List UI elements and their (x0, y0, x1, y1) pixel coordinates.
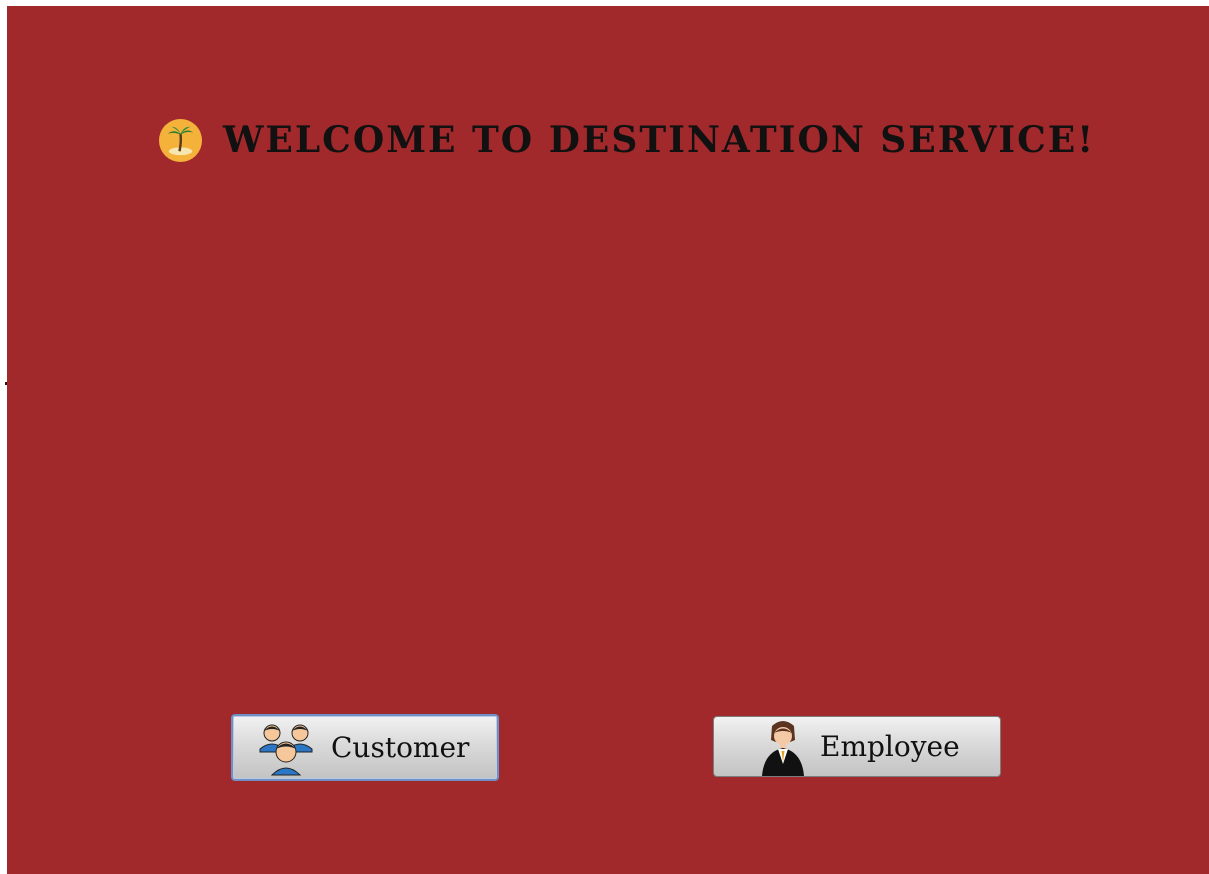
app-window: Welcome to Destination Service! Customer (0, 0, 1209, 874)
employee-button-label: Employee (820, 730, 960, 763)
customers-group-icon (259, 724, 313, 775)
header: Welcome to Destination Service! (158, 110, 1095, 170)
palm-tree-island-icon (158, 118, 203, 162)
customer-button[interactable]: Customer (231, 714, 499, 781)
employee-button[interactable]: Employee (713, 716, 1001, 777)
customer-button-label: Customer (331, 731, 470, 764)
employee-person-icon (762, 720, 804, 776)
page-title: Welcome to Destination Service! (223, 119, 1096, 161)
